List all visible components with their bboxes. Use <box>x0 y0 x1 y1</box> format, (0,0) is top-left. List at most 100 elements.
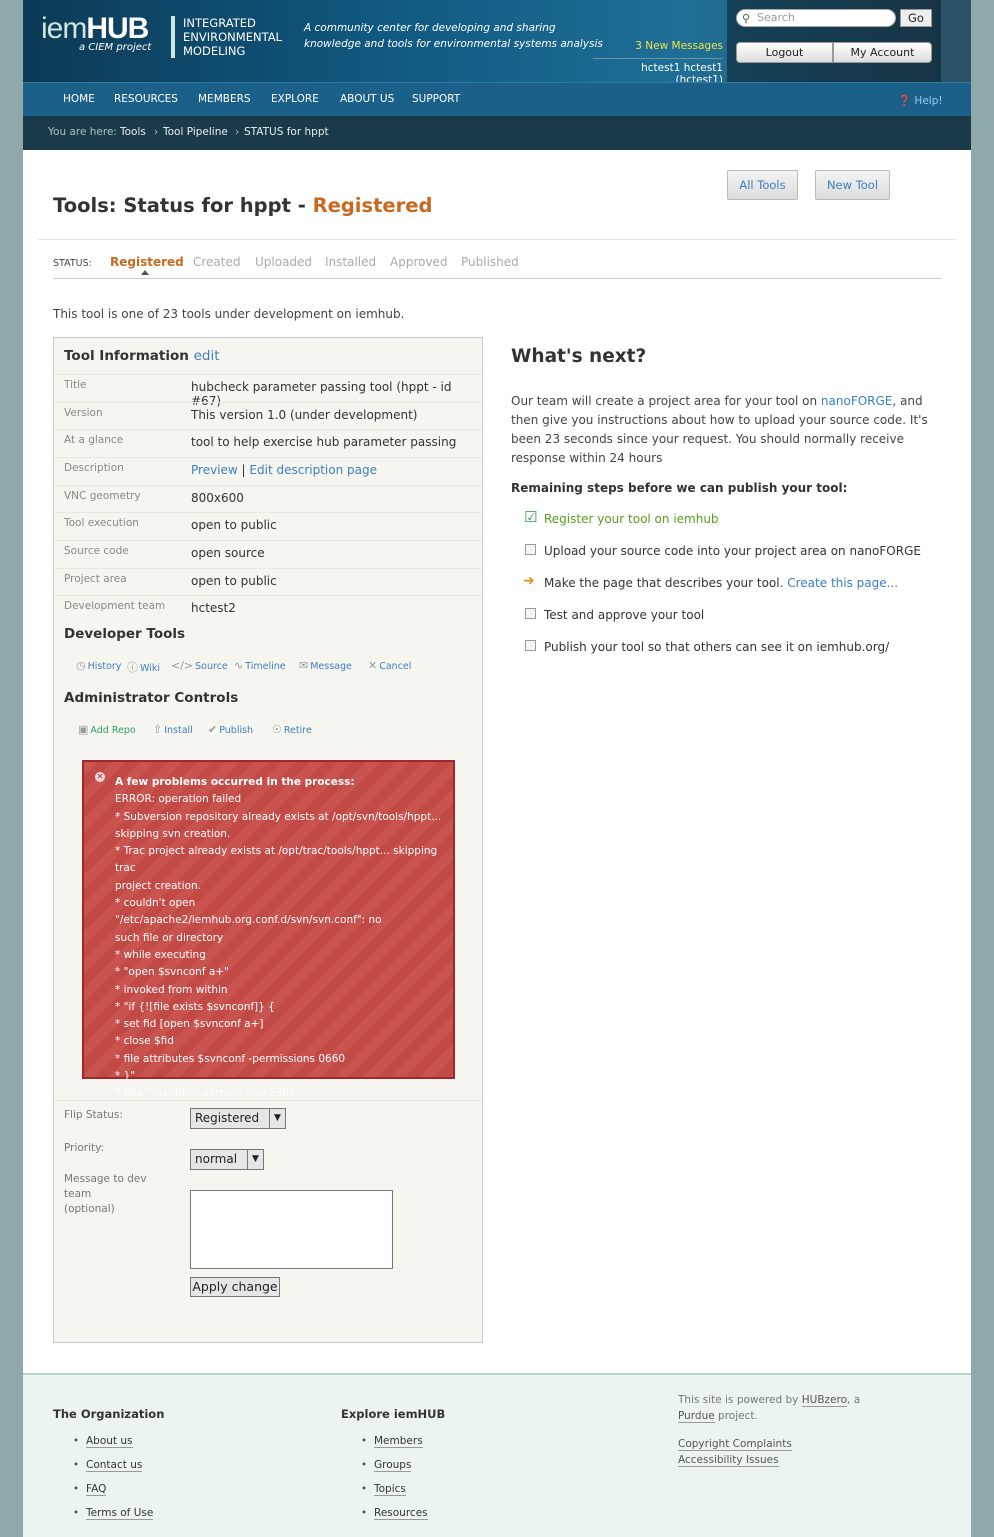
message-textarea[interactable] <box>190 1190 393 1269</box>
timeline-label: Timeline <box>245 661 286 672</box>
divider <box>38 239 956 240</box>
logo-sub: a CIEM project <box>79 42 152 53</box>
list-item: • Resources <box>361 1507 428 1520</box>
powered-text: Purdue project. <box>678 1408 878 1424</box>
add-repo-link[interactable]: ▣ Add Repo <box>78 723 136 736</box>
next-text-part: Our team will create a project area for … <box>511 394 821 408</box>
title-prefix: Tools: Status for hppt - <box>53 194 313 217</box>
breadcrumb-tools[interactable]: Tools <box>120 126 146 138</box>
members-link[interactable]: Members <box>374 1435 423 1448</box>
breadcrumb: You are here: Tools › Tool Pipeline › ST… <box>23 116 971 150</box>
site-header: iemHUB a CIEM project INTEGRATED ENVIRON… <box>23 0 971 86</box>
nav-support[interactable]: SUPPORT <box>412 93 460 105</box>
contact-us-link[interactable]: Contact us <box>86 1459 143 1472</box>
step-published: Published <box>461 255 519 269</box>
message-label-line: team <box>64 1188 92 1200</box>
faq-link[interactable]: FAQ <box>86 1483 107 1496</box>
clock-icon: ◷ <box>76 659 86 672</box>
nav-resources[interactable]: RESOURCES <box>114 93 178 105</box>
flip-status-select[interactable]: Registered ▼ <box>190 1108 286 1129</box>
task-publish: Publish your tool so that others can see… <box>525 640 889 654</box>
copyright-link[interactable]: Copyright Complaints <box>678 1438 792 1451</box>
hubzero-link[interactable]: HUBzero <box>801 1394 848 1407</box>
new-tool-button[interactable]: New Tool <box>815 170 890 200</box>
status-label: STATUS: <box>53 258 92 269</box>
info-value: open to public <box>191 574 277 588</box>
terms-link[interactable]: Terms of Use <box>86 1507 154 1520</box>
error-heading: A few problems occurred in the process: <box>115 776 355 788</box>
nanoforge-link[interactable]: nanoFORGE <box>821 394 892 408</box>
breadcrumb-separator: › <box>235 126 240 138</box>
install-link[interactable]: ⇧ Install <box>153 723 193 736</box>
breadcrumb-tool-pipeline[interactable]: Tool Pipeline <box>163 126 228 138</box>
edit-description-link[interactable]: Edit description page <box>249 463 377 477</box>
link-separator: | <box>241 463 246 477</box>
nav-about-us[interactable]: ABOUT US <box>340 93 394 105</box>
priority-select[interactable]: normal ▼ <box>190 1149 264 1170</box>
retire-link[interactable]: ☉ Retire <box>272 723 312 736</box>
preview-link[interactable]: Preview <box>191 463 238 477</box>
timeline-link[interactable]: ∿ Timeline <box>234 659 286 672</box>
edit-link[interactable]: edit <box>194 348 220 364</box>
info-row-project-area: Project area open to public <box>55 568 481 596</box>
flip-status-value: Registered <box>195 1111 260 1125</box>
all-tools-button[interactable]: All Tools <box>727 170 798 200</box>
messages-link[interactable]: 3 New Messages <box>593 40 723 59</box>
error-line: * set fid [open $svnconf a+] <box>115 1018 264 1031</box>
tagline: A community center for developing and sh… <box>304 22 603 50</box>
create-page-link[interactable]: Create this page... <box>787 576 898 590</box>
go-button[interactable]: Go <box>900 9 932 27</box>
site-logo[interactable]: iemHUB a CIEM project <box>41 12 151 53</box>
retire-label: Retire <box>283 725 312 736</box>
powered-part: , a <box>847 1394 861 1406</box>
publish-link[interactable]: ✔ Publish <box>208 723 253 736</box>
source-link[interactable]: </> Source <box>171 659 228 672</box>
error-line: * close $fid <box>115 1035 174 1048</box>
chevron-down-icon: ▼ <box>247 1150 263 1169</box>
history-link[interactable]: ◷ History <box>76 659 121 672</box>
search-input[interactable]: ⚲ Search <box>736 9 896 27</box>
arrow-right-icon: ➜ <box>523 573 535 589</box>
checkbox-icon <box>525 640 536 651</box>
status-steps: STATUS: Registered Created Uploaded Inst… <box>53 255 941 279</box>
nav-explore[interactable]: EXPLORE <box>271 93 319 105</box>
logo-main: iem <box>41 12 87 45</box>
footer-org-list: • About us • Contact us • FAQ • Terms of Use <box>73 1435 154 1531</box>
footer-org-title: The Organization <box>53 1407 165 1421</box>
main-nav: HOME RESOURCES MEMBERS EXPLORE ABOUT US … <box>23 82 971 116</box>
info-row-version: Version This version 1.0 (under developme… <box>55 402 481 430</box>
about-us-link[interactable]: About us <box>86 1435 133 1448</box>
admin-controls-heading: Administrator Controls <box>64 690 239 706</box>
message-label: Message <box>310 661 352 672</box>
error-line: * couldn't open "/etc/apache2/iemhub.org… <box>115 897 382 927</box>
purdue-link[interactable]: Purdue <box>678 1410 715 1423</box>
cancel-link[interactable]: ✕ Cancel <box>368 659 411 672</box>
accessibility-link[interactable]: Accessibility Issues <box>678 1454 779 1467</box>
my-account-button[interactable]: My Account <box>833 42 932 63</box>
step-uploaded: Uploaded <box>255 255 313 269</box>
task-label: Upload your source code into your projec… <box>544 544 921 558</box>
list-item: • Terms of Use <box>73 1507 154 1520</box>
repo-icon: ▣ <box>78 723 89 736</box>
nav-members[interactable]: MEMBERS <box>198 93 251 105</box>
error-line: * file attributes $svnconf -permissions … <box>115 1052 346 1065</box>
priority-value: normal <box>195 1152 238 1166</box>
apply-change-button[interactable]: Apply change <box>190 1277 280 1297</box>
info-value: open to public <box>191 518 277 532</box>
groups-link[interactable]: Groups <box>374 1459 412 1472</box>
tool-info-panel: Tool Information edit Title hubcheck para… <box>53 337 483 1343</box>
checkbox-icon <box>525 608 536 619</box>
message-link[interactable]: ✉ Message <box>299 659 352 672</box>
logout-button[interactable]: Logout <box>736 42 833 63</box>
wiki-link[interactable]: ⓘ Wiki <box>127 659 160 675</box>
task-register: ☑ Register your tool on iemhub <box>524 508 719 526</box>
help-link[interactable]: ❓ Help! <box>898 94 943 107</box>
powered-part: This site is powered by <box>678 1394 802 1406</box>
info-value: hctest2 <box>191 601 236 615</box>
task-describe: ➜ Make the page that describes your tool.… <box>523 573 898 590</box>
nav-home[interactable]: HOME <box>63 93 95 105</box>
logo-side-line: MODELING <box>183 44 246 58</box>
info-key: Title <box>64 379 87 391</box>
topics-link[interactable]: Topics <box>374 1483 406 1496</box>
resources-link[interactable]: Resources <box>374 1507 428 1520</box>
